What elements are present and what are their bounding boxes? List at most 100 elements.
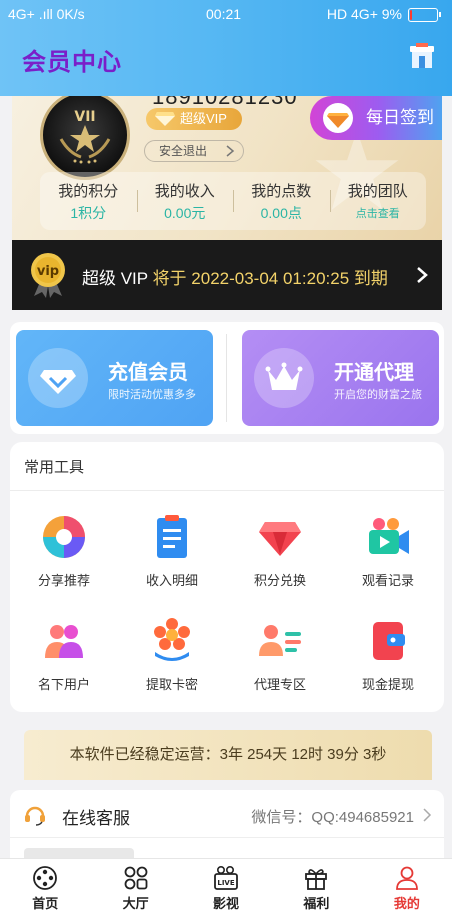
tool-extract-card[interactable]: 提取卡密 bbox=[118, 618, 226, 693]
recharge-title: 充值会员 bbox=[108, 362, 188, 384]
stat-credits[interactable]: 我的点数 0.00点 bbox=[233, 172, 330, 230]
video-camera-icon bbox=[369, 518, 409, 554]
battery-fill bbox=[410, 10, 412, 20]
tab-welfare[interactable]: 福利 bbox=[271, 859, 361, 914]
level-tag: 超级VIP bbox=[146, 108, 242, 130]
tool-label: 积分兑换 bbox=[253, 573, 306, 588]
vip-expiry-text: 超级 VIP 将于 2022-03-04 01:20:25 到期 bbox=[82, 264, 388, 289]
diamond-icon bbox=[155, 112, 175, 126]
tool-label: 名下用户 bbox=[37, 677, 90, 692]
clock: 00:21 bbox=[206, 6, 242, 22]
headset-icon bbox=[25, 806, 45, 826]
diamond-icon bbox=[40, 370, 76, 394]
vip-suffix: 到期 bbox=[353, 269, 388, 288]
battery-percent: 9% bbox=[381, 6, 402, 22]
open-agent-card[interactable]: 开通代理 开启您的财富之旅 bbox=[242, 330, 439, 426]
signal-label: HD 4G+ bbox=[326, 6, 378, 22]
svg-text:vip: vip bbox=[37, 264, 59, 279]
stat-value: 1积分 bbox=[70, 205, 107, 221]
tool-income-detail[interactable]: 收入明细 bbox=[118, 514, 226, 589]
tool-my-users[interactable]: 名下用户 bbox=[10, 618, 118, 693]
common-tools-panel: 常用工具 分享推荐 收入明细 积分兑换 观看记录 名下用户 提取卡密 代理专区 … bbox=[10, 442, 444, 712]
agent-title: 开通代理 bbox=[334, 362, 414, 384]
tab-hall[interactable]: 大厅 bbox=[90, 859, 180, 914]
chevron-right-icon bbox=[417, 267, 428, 283]
stat-value: 0.00点 bbox=[260, 205, 302, 221]
tool-label: 观看记录 bbox=[361, 573, 414, 588]
svg-text:LIVE: LIVE bbox=[217, 879, 234, 887]
diamond-icon bbox=[323, 103, 353, 133]
recharge-member-card[interactable]: 充值会员 限时活动优惠多多 bbox=[16, 330, 213, 426]
stat-income[interactable]: 我的收入 0.00元 bbox=[136, 172, 234, 230]
vip-date: 2022-03-04 01:20:25 bbox=[191, 269, 350, 288]
tab-label: 福利 bbox=[303, 896, 330, 911]
svg-text:VII: VII bbox=[74, 109, 95, 125]
vip-expiry-bar[interactable]: vip 超级 VIP 将于 2022-03-04 01:20:25 到期 bbox=[12, 240, 442, 310]
tab-video[interactable]: LIVE 影视 bbox=[181, 859, 271, 914]
stat-label: 我的收入 bbox=[154, 183, 215, 200]
star-badge-icon: VII bbox=[59, 109, 111, 164]
shop-icon[interactable] bbox=[408, 42, 436, 70]
app-header: 4G+ .ıll 0K/s 00:21 HD 4G+ 9% 会员中心 bbox=[0, 0, 452, 96]
stat-value: 0.00元 bbox=[164, 205, 206, 221]
tool-share[interactable]: 分享推荐 bbox=[10, 514, 118, 589]
tab-label: 影视 bbox=[213, 896, 240, 911]
flower-icon bbox=[154, 618, 190, 661]
agent-subtitle: 开启您的财富之旅 bbox=[334, 389, 422, 401]
tool-agent-zone[interactable]: 代理专区 bbox=[226, 618, 334, 693]
tool-label: 收入明细 bbox=[145, 573, 198, 588]
tab-label: 我的 bbox=[393, 896, 420, 911]
page-title: 会员中心 bbox=[22, 49, 122, 76]
tool-label: 提取卡密 bbox=[145, 677, 198, 692]
tab-home[interactable]: 首页 bbox=[0, 859, 90, 914]
member-card: VII 18910281230 超级VIP 安全退出 每日签到 我的积分 1积分 bbox=[12, 96, 442, 246]
clipboard-icon bbox=[157, 515, 187, 558]
tab-label: 大厅 bbox=[122, 896, 149, 911]
wechat-id: 微信号：QQ:494685921 bbox=[251, 809, 414, 826]
stat-value: 点击查看 bbox=[355, 208, 400, 220]
vip-prefix: 将于 bbox=[152, 269, 187, 288]
logout-button[interactable]: 安全退出 bbox=[144, 140, 244, 162]
wallet-icon bbox=[373, 622, 405, 660]
promo-panel: 充值会员 限时活动优惠多多 开通代理 开启您的财富之旅 bbox=[10, 322, 444, 434]
promo-divider bbox=[226, 334, 227, 422]
section-title: 常用工具 bbox=[24, 459, 85, 476]
tool-cash-withdraw[interactable]: 现金提现 bbox=[334, 618, 442, 693]
gift-icon bbox=[305, 869, 328, 890]
chevron-right-icon bbox=[226, 145, 235, 157]
logout-label: 安全退出 bbox=[159, 144, 208, 158]
users-icon bbox=[45, 625, 83, 658]
recharge-subtitle: 限时活动优惠多多 bbox=[108, 389, 196, 401]
user-icon bbox=[395, 866, 418, 890]
tab-mine[interactable]: 我的 bbox=[362, 859, 452, 914]
level-tag-label: 超级VIP bbox=[180, 111, 227, 126]
grid-icon bbox=[124, 866, 148, 890]
stat-points[interactable]: 我的积分 1积分 bbox=[40, 172, 137, 230]
agent-card-icon bbox=[259, 625, 301, 656]
tool-label: 分享推荐 bbox=[37, 573, 90, 588]
vip-level: 超级 VIP bbox=[82, 269, 148, 288]
aperture-icon bbox=[43, 516, 85, 558]
tool-label: 现金提现 bbox=[361, 677, 414, 692]
stat-team[interactable]: 我的团队 点击查看 bbox=[329, 172, 427, 230]
vip-medal-icon: vip bbox=[31, 253, 65, 298]
film-reel-icon bbox=[33, 866, 58, 890]
promo-icon-bg bbox=[28, 348, 88, 408]
signal-status: HD 4G+ 9% bbox=[327, 6, 402, 22]
bottom-tab-bar: 首页 大厅 LIVE 影视 福利 我的 bbox=[0, 858, 452, 914]
tab-label: 首页 bbox=[32, 896, 59, 911]
network-status: 4G+ .ıll 0K/s bbox=[8, 6, 85, 22]
live-tv-icon: LIVE bbox=[214, 865, 238, 890]
battery-icon bbox=[408, 8, 441, 22]
chevron-right-icon bbox=[423, 808, 432, 822]
stat-label: 我的点数 bbox=[251, 183, 312, 200]
tool-watch-history[interactable]: 观看记录 bbox=[334, 514, 442, 589]
divider bbox=[10, 490, 444, 491]
tool-points-exchange[interactable]: 积分兑换 bbox=[226, 514, 334, 589]
promo-icon-bg bbox=[254, 348, 314, 408]
daily-signin-button[interactable]: 每日签到 bbox=[310, 96, 442, 140]
stats-panel: 我的积分 1积分 我的收入 0.00元 我的点数 0.00点 我的团队 点击查看 bbox=[40, 172, 426, 230]
online-service-row[interactable]: 在线客服 微信号：QQ:494685921 bbox=[10, 790, 444, 838]
diamond-icon bbox=[259, 522, 301, 556]
uptime-banner: 本软件已经稳定运营：3年 254天 12时 39分 3秒 bbox=[24, 730, 432, 780]
